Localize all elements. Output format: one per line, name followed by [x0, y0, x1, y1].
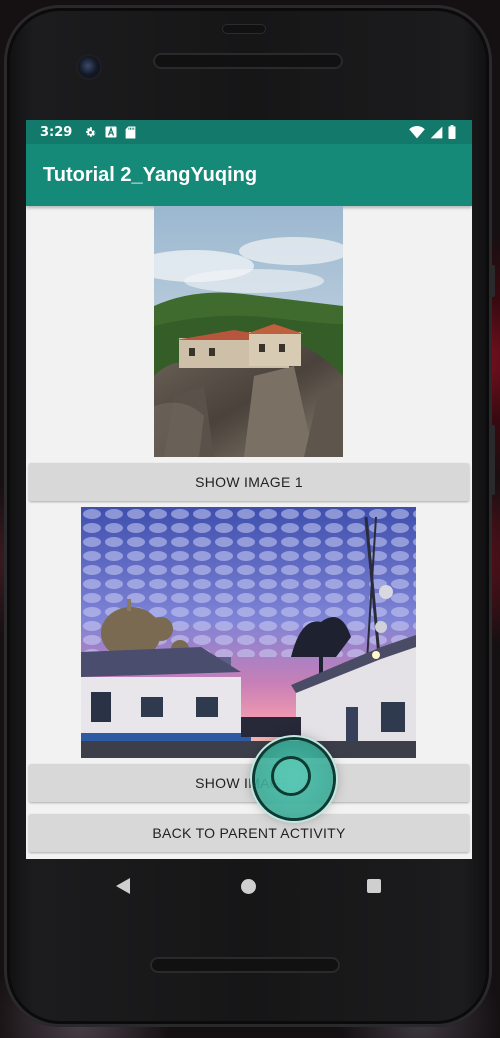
touch-indicator: [255, 740, 333, 818]
top-speaker: [153, 53, 343, 69]
status-time: 3:29: [40, 124, 73, 140]
battery-icon: [448, 125, 456, 139]
navigation-bar: [60, 862, 436, 910]
proximity-sensor: [222, 24, 266, 34]
app-title: Tutorial 2_YangYuqing: [43, 163, 258, 186]
a-icon: [105, 126, 117, 138]
front-camera-icon: [78, 56, 100, 78]
back-icon[interactable]: [114, 877, 132, 895]
status-bar: 3:29: [26, 120, 472, 144]
power-button: [489, 265, 495, 297]
app-bar: Tutorial 2_YangYuqing: [26, 144, 472, 206]
wifi-icon: [409, 125, 425, 138]
device-screen: 3:29 Tutorial 2_YangYuqing SHOW IMAGE 1 …: [26, 120, 472, 859]
touch-indicator-center: [274, 759, 308, 793]
back-to-parent-button[interactable]: BACK TO PARENT ACTIVITY: [29, 814, 469, 852]
sd-card-icon: [125, 126, 136, 138]
volume-button: [489, 425, 495, 495]
bottom-speaker: [150, 957, 340, 973]
cliff-monastery-image: [154, 206, 343, 457]
show-image-1-button[interactable]: SHOW IMAGE 1: [29, 463, 469, 501]
recents-icon[interactable]: [366, 878, 382, 894]
mosque-sunset-image: [81, 507, 416, 758]
home-icon[interactable]: [240, 878, 257, 895]
gear-icon: [86, 126, 96, 137]
signal-icon: [430, 126, 443, 138]
show-image-2-button[interactable]: SHOW IMAGE 2: [29, 764, 469, 802]
